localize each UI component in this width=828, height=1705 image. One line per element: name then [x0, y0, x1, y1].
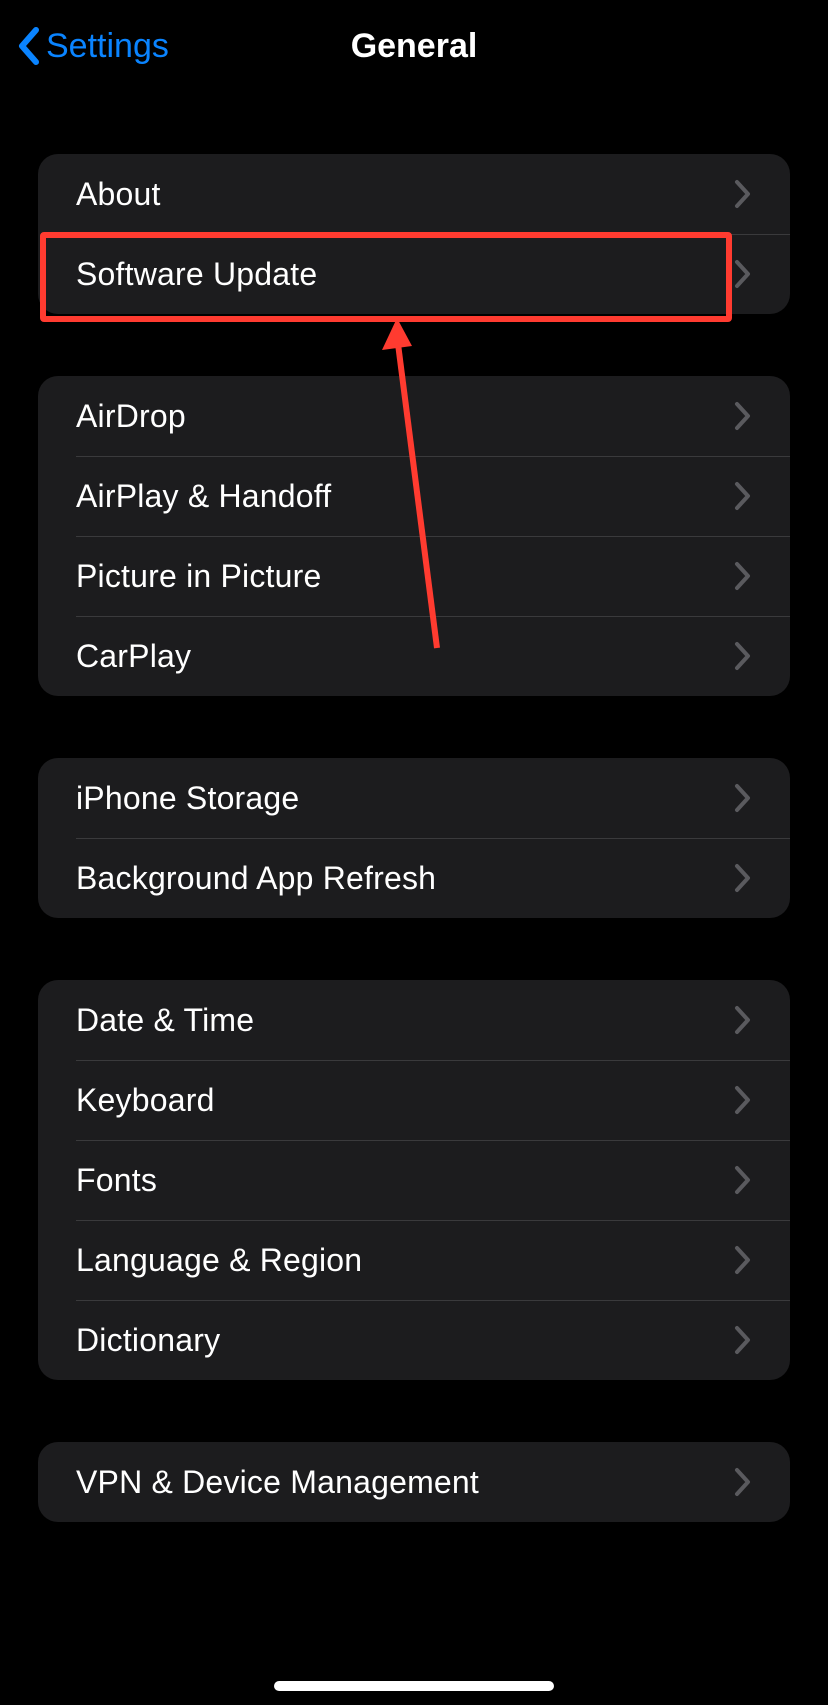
- row-label: AirDrop: [76, 398, 734, 435]
- chevron-right-icon: [734, 179, 752, 209]
- row-label: Keyboard: [76, 1082, 734, 1119]
- chevron-right-icon: [734, 259, 752, 289]
- row-about[interactable]: About: [38, 154, 790, 234]
- chevron-right-icon: [734, 401, 752, 431]
- chevron-right-icon: [734, 1467, 752, 1497]
- row-airdrop[interactable]: AirDrop: [38, 376, 790, 456]
- content-area: About Software Update AirDrop A: [0, 92, 828, 1705]
- general-settings-screen: Settings General About Software Update A: [0, 0, 828, 1705]
- settings-group-localization: Date & Time Keyboard Fonts Language & Re…: [38, 980, 790, 1380]
- chevron-left-icon: [16, 26, 40, 66]
- row-label: Software Update: [76, 256, 734, 293]
- row-carplay[interactable]: CarPlay: [38, 616, 790, 696]
- row-iphone-storage[interactable]: iPhone Storage: [38, 758, 790, 838]
- chevron-right-icon: [734, 641, 752, 671]
- row-airplay-handoff[interactable]: AirPlay & Handoff: [38, 456, 790, 536]
- chevron-right-icon: [734, 1165, 752, 1195]
- back-button[interactable]: Settings: [16, 0, 169, 92]
- row-label: AirPlay & Handoff: [76, 478, 734, 515]
- page-title: General: [351, 27, 478, 66]
- chevron-right-icon: [734, 561, 752, 591]
- chevron-right-icon: [734, 1325, 752, 1355]
- chevron-right-icon: [734, 1245, 752, 1275]
- chevron-right-icon: [734, 863, 752, 893]
- chevron-right-icon: [734, 783, 752, 813]
- row-label: VPN & Device Management: [76, 1464, 734, 1501]
- row-label: About: [76, 176, 734, 213]
- row-label: Language & Region: [76, 1242, 734, 1279]
- chevron-right-icon: [734, 1085, 752, 1115]
- row-label: Fonts: [76, 1162, 734, 1199]
- home-indicator[interactable]: [274, 1681, 554, 1691]
- settings-group-about: About Software Update: [38, 154, 790, 314]
- navigation-bar: Settings General: [0, 0, 828, 92]
- row-language-region[interactable]: Language & Region: [38, 1220, 790, 1300]
- row-label: CarPlay: [76, 638, 734, 675]
- settings-group-connectivity: AirDrop AirPlay & Handoff Picture in Pic…: [38, 376, 790, 696]
- row-label: Dictionary: [76, 1322, 734, 1359]
- row-dictionary[interactable]: Dictionary: [38, 1300, 790, 1380]
- back-button-label: Settings: [46, 27, 169, 66]
- row-label: Background App Refresh: [76, 860, 734, 897]
- row-picture-in-picture[interactable]: Picture in Picture: [38, 536, 790, 616]
- row-label: Picture in Picture: [76, 558, 734, 595]
- chevron-right-icon: [734, 1005, 752, 1035]
- row-software-update[interactable]: Software Update: [38, 234, 790, 314]
- settings-group-storage: iPhone Storage Background App Refresh: [38, 758, 790, 918]
- row-fonts[interactable]: Fonts: [38, 1140, 790, 1220]
- row-keyboard[interactable]: Keyboard: [38, 1060, 790, 1140]
- row-background-app-refresh[interactable]: Background App Refresh: [38, 838, 790, 918]
- row-label: iPhone Storage: [76, 780, 734, 817]
- row-date-time[interactable]: Date & Time: [38, 980, 790, 1060]
- chevron-right-icon: [734, 481, 752, 511]
- row-label: Date & Time: [76, 1002, 734, 1039]
- settings-group-management: VPN & Device Management: [38, 1442, 790, 1522]
- row-vpn-device-management[interactable]: VPN & Device Management: [38, 1442, 790, 1522]
